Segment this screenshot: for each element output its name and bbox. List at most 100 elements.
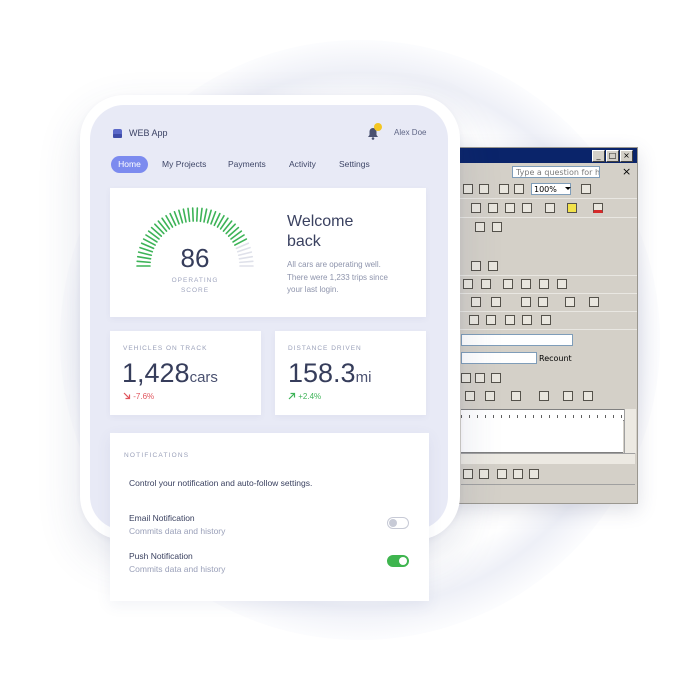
tab-settings[interactable]: Settings xyxy=(339,156,370,173)
cell-margins-icon[interactable] xyxy=(469,315,479,325)
app-logo-icon xyxy=(113,129,122,138)
print-view-icon[interactable] xyxy=(497,469,507,479)
tab-my-projects[interactable]: My Projects xyxy=(162,156,206,173)
gauge-tick xyxy=(237,251,253,257)
decrease-indent-icon[interactable] xyxy=(505,203,515,213)
3d-icon[interactable] xyxy=(563,391,573,401)
status-bar xyxy=(461,484,635,499)
translate-icon[interactable] xyxy=(492,222,502,232)
distribute-columns-icon[interactable] xyxy=(539,279,549,289)
welcome-line1: Welcome xyxy=(287,213,354,230)
gauge-tick xyxy=(239,260,254,264)
legacy-title-bar: _ □ × xyxy=(441,148,637,163)
autoformat-icon[interactable] xyxy=(557,279,567,289)
shadow-icon[interactable] xyxy=(583,391,593,401)
tables-toolbar xyxy=(441,276,637,294)
shading-icon[interactable] xyxy=(565,297,575,307)
text-direction-icon[interactable] xyxy=(486,315,496,325)
chart-icon[interactable] xyxy=(475,373,485,383)
merge-cells-icon[interactable] xyxy=(463,279,473,289)
sort-ascending-icon[interactable] xyxy=(505,315,515,325)
vehicles-value: 1,428 xyxy=(122,358,190,388)
numbering-icon[interactable] xyxy=(471,203,481,213)
document-area[interactable] xyxy=(461,420,623,453)
align-icon[interactable] xyxy=(503,279,513,289)
welcome-sub-line1: All cars are operating well. xyxy=(287,260,381,269)
score-label-line1: OPERATING xyxy=(171,277,219,284)
tab-payments[interactable]: Payments xyxy=(228,156,266,173)
minimize-button[interactable]: _ xyxy=(592,150,605,162)
align-center-icon[interactable] xyxy=(471,297,481,307)
help-icon[interactable] xyxy=(581,184,591,194)
gauge-tick xyxy=(196,207,199,222)
web-view-icon[interactable] xyxy=(479,469,489,479)
recount-button[interactable]: Recount xyxy=(539,354,572,363)
push-notification-label: Push Notification xyxy=(129,551,193,561)
arrow-down-right-icon xyxy=(123,392,131,400)
zoom-dropdown-icon[interactable] xyxy=(565,187,571,190)
horizontal-scrollbar[interactable] xyxy=(461,453,635,464)
vehicles-unit: cars xyxy=(189,369,218,386)
insert-table-icon[interactable] xyxy=(471,261,481,271)
eraser-icon[interactable] xyxy=(589,297,599,307)
gauge-tick xyxy=(236,246,251,253)
welcome-sub-line3: your last login. xyxy=(287,285,339,294)
drawing-icon[interactable] xyxy=(479,184,489,194)
gauge-tick xyxy=(173,210,180,225)
sum-icon[interactable] xyxy=(541,315,551,325)
help-search-input[interactable]: Type a question for help xyxy=(512,166,600,178)
outline-view-icon[interactable] xyxy=(513,469,523,479)
score-label: OPERATING SCORE xyxy=(160,276,230,296)
tab-home[interactable]: Home xyxy=(111,156,148,173)
highlight-icon[interactable] xyxy=(567,203,577,213)
sort-icon[interactable] xyxy=(521,297,531,307)
link-icon[interactable] xyxy=(491,373,501,383)
distance-delta-group: +2.4% xyxy=(288,392,321,401)
distance-value: 158.3 xyxy=(288,358,356,388)
font-color-icon[interactable] xyxy=(593,203,603,213)
table-icon[interactable] xyxy=(463,184,473,194)
split-cells-icon[interactable] xyxy=(481,279,491,289)
distribute-rows-icon[interactable] xyxy=(521,279,531,289)
document-map-icon[interactable] xyxy=(499,184,509,194)
sort-descending-icon[interactable] xyxy=(522,315,532,325)
arrow-up-right-icon xyxy=(288,392,296,400)
bullets-icon[interactable] xyxy=(488,203,498,213)
reading-view-icon[interactable] xyxy=(529,469,539,479)
shapes-icon[interactable] xyxy=(465,391,475,401)
insert-columns-icon[interactable] xyxy=(488,261,498,271)
formatting-toolbar xyxy=(441,200,637,218)
email-notification-toggle[interactable] xyxy=(387,517,409,529)
vertical-scrollbar[interactable] xyxy=(624,409,636,453)
line-icon[interactable] xyxy=(511,391,521,401)
font-select[interactable] xyxy=(461,352,537,364)
maximize-button[interactable]: □ xyxy=(606,150,619,162)
distance-label: DISTANCE DRIVEN xyxy=(288,345,362,352)
gauge-tick xyxy=(139,246,154,253)
gauge-tick xyxy=(136,260,151,264)
normal-view-icon[interactable] xyxy=(463,469,473,479)
border-icon[interactable] xyxy=(545,203,555,213)
increase-indent-icon[interactable] xyxy=(522,203,532,213)
research-icon[interactable] xyxy=(475,222,485,232)
autofit-icon[interactable] xyxy=(538,297,548,307)
email-notification-sub: Commits data and history xyxy=(129,526,226,536)
notifications-title: NOTIFICATIONS xyxy=(124,452,190,459)
vehicles-label: VEHICLES ON TRACK xyxy=(123,345,208,352)
gauge-tick xyxy=(191,207,194,222)
select-icon[interactable] xyxy=(461,373,471,383)
close-document-icon[interactable]: × xyxy=(622,165,631,179)
legacy-word-window: _ □ × Type a question for help × 100% xyxy=(440,147,638,504)
fill-icon[interactable] xyxy=(539,391,549,401)
gauge-tick xyxy=(137,251,153,257)
push-notification-toggle[interactable] xyxy=(387,555,409,567)
gauge-tick xyxy=(203,208,208,223)
autoshapes-icon[interactable] xyxy=(485,391,495,401)
style-select[interactable] xyxy=(461,334,573,346)
user-name[interactable]: Alex Doe xyxy=(394,128,426,137)
gauge-tick xyxy=(238,255,254,260)
grid-icon[interactable] xyxy=(491,297,501,307)
close-button[interactable]: × xyxy=(620,150,633,162)
tab-activity[interactable]: Activity xyxy=(289,156,316,173)
pilcrow-icon[interactable] xyxy=(514,184,524,194)
